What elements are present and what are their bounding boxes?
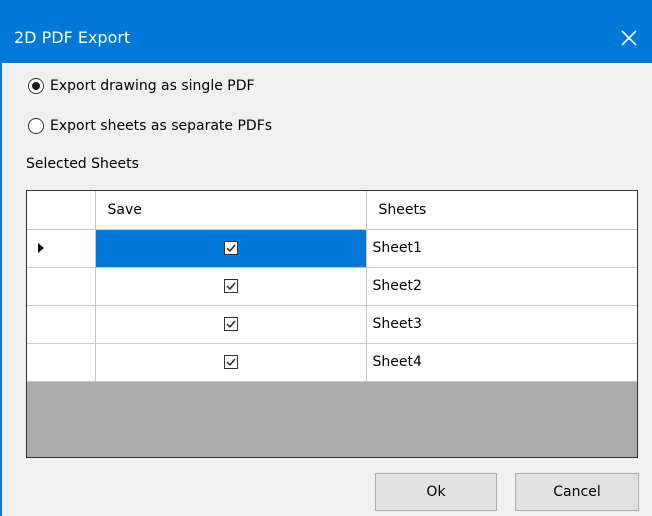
save-checkbox[interactable] <box>223 241 238 255</box>
sheet-name-cell[interactable]: Sheet3 <box>366 305 637 344</box>
row-pointer-icon <box>38 243 44 253</box>
table-row[interactable]: Sheet4 <box>27 343 637 382</box>
radio-single-pdf[interactable]: Export drawing as single PDF <box>28 75 255 97</box>
save-cell[interactable] <box>95 305 367 344</box>
sheet-name-cell[interactable]: Sheet1 <box>366 229 637 268</box>
row-header[interactable] <box>27 229 96 268</box>
row-header-corner <box>27 191 96 230</box>
checkmark-icon <box>226 244 236 253</box>
save-cell[interactable] <box>95 267 367 306</box>
radio-separate-pdfs-label: Export sheets as separate PDFs <box>50 118 273 134</box>
column-header-sheets[interactable]: Sheets <box>366 191 637 230</box>
table-row[interactable]: Sheet2 <box>27 267 637 306</box>
sheets-table: Save Sheets Sheet1 Sheet2 Sheet3 Sheet4 <box>27 191 637 382</box>
window-border <box>0 63 2 516</box>
radio-button-unselected[interactable] <box>28 118 44 134</box>
column-header-save[interactable]: Save <box>95 191 367 230</box>
checkmark-icon <box>226 358 236 367</box>
grid-header-row: Save Sheets <box>27 191 637 230</box>
checkmark-icon <box>226 282 236 291</box>
row-header[interactable] <box>27 267 96 306</box>
radio-separate-pdfs[interactable]: Export sheets as separate PDFs <box>28 115 272 137</box>
window-title: 2D PDF Export <box>14 28 131 47</box>
save-cell[interactable] <box>95 229 367 268</box>
cancel-button[interactable]: Cancel <box>515 473 639 511</box>
save-cell[interactable] <box>95 343 367 382</box>
row-header[interactable] <box>27 305 96 344</box>
pdf-export-dialog: 2D PDF Export Export drawing as single P… <box>0 0 652 516</box>
save-checkbox[interactable] <box>223 317 238 331</box>
sheet-name-cell[interactable]: Sheet4 <box>366 343 637 382</box>
selected-sheets-label: Selected Sheets <box>26 156 139 172</box>
close-icon <box>621 30 637 46</box>
row-header[interactable] <box>27 343 96 382</box>
checkmark-icon <box>226 320 236 329</box>
sheets-grid[interactable]: Save Sheets Sheet1 Sheet2 Sheet3 Sheet4 <box>26 190 638 458</box>
close-button[interactable] <box>606 18 652 58</box>
save-checkbox[interactable] <box>223 279 238 293</box>
save-checkbox[interactable] <box>223 355 238 369</box>
radio-single-pdf-label: Export drawing as single PDF <box>50 78 255 94</box>
radio-button-selected[interactable] <box>28 78 44 94</box>
table-row[interactable]: Sheet3 <box>27 305 637 344</box>
title-bar: 2D PDF Export <box>0 0 652 63</box>
sheet-name-cell[interactable]: Sheet2 <box>366 267 637 306</box>
ok-button[interactable]: Ok <box>375 473 497 511</box>
table-row[interactable]: Sheet1 <box>27 229 637 268</box>
